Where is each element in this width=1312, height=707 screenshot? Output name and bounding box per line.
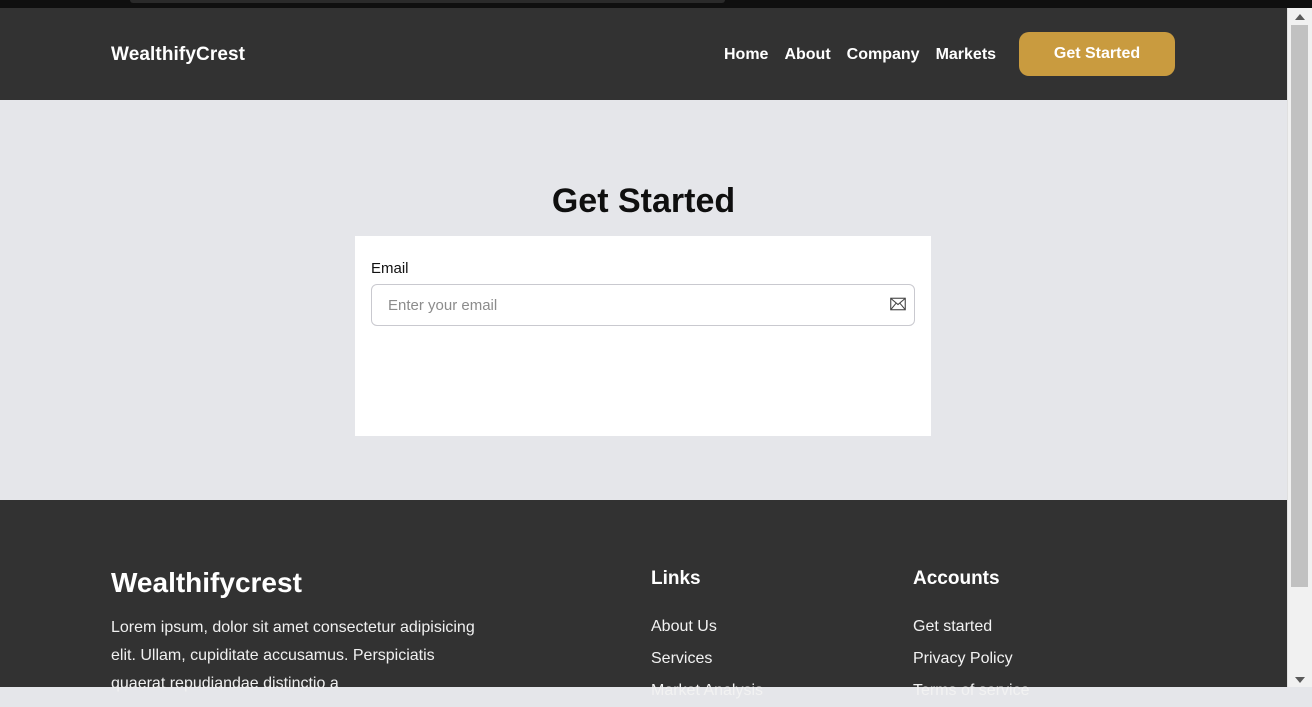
scrollbar-thumb[interactable] [1291,25,1308,587]
footer-accounts-title: Accounts [913,568,1000,589]
footer-link-market-analysis[interactable]: Market Analysis [651,675,763,707]
scroll-up-arrow-icon[interactable] [1295,14,1305,20]
footer-link-services[interactable]: Services [651,643,763,675]
footer-links-title: Links [651,568,701,589]
footer-description: Lorem ipsum, dolor sit amet consectetur … [111,619,475,692]
footer-link-terms-of-service[interactable]: Terms of service [913,675,1029,707]
page-scrollbar[interactable] [1287,8,1312,687]
nav-link-home[interactable]: Home [724,46,768,64]
footer-links-list: About Us Services Market Analysis [651,611,763,707]
nav-link-company[interactable]: Company [847,46,920,64]
main-nav: Home About Company Markets [724,46,1012,64]
signup-card: Email [355,236,931,436]
get-started-button[interactable]: Get Started [1019,32,1175,76]
email-field-wrapper [371,284,915,326]
footer-accounts-list: Get started Privacy Policy Terms of serv… [913,611,1029,707]
email-label: Email [371,260,409,277]
site-header: WealthifyCrest Home About Company Market… [0,8,1287,100]
footer-link-privacy-policy[interactable]: Privacy Policy [913,643,1029,675]
nav-link-about[interactable]: About [784,46,830,64]
brand-logo[interactable]: WealthifyCrest [111,44,245,66]
site-footer: Wealthifycrest Lorem ipsum, dolor sit am… [0,500,1287,699]
page-title: Get Started [551,182,736,220]
footer-accounts-column: Accounts Get started Privacy Policy Term… [913,567,1029,707]
footer-link-about-us[interactable]: About Us [651,611,763,643]
email-input[interactable] [372,285,872,325]
footer-link-get-started[interactable]: Get started [913,611,1029,643]
nav-link-markets[interactable]: Markets [936,46,996,64]
scroll-down-arrow-icon[interactable] [1295,677,1305,683]
browser-tab-edge [130,0,725,3]
mail-icon [890,297,906,311]
footer-links-column: Links About Us Services Market Analysis [651,567,763,707]
main-section: Get Started Email [0,100,1287,500]
footer-brand: Wealthifycrest [111,567,302,598]
browser-top-strip [0,0,1312,8]
